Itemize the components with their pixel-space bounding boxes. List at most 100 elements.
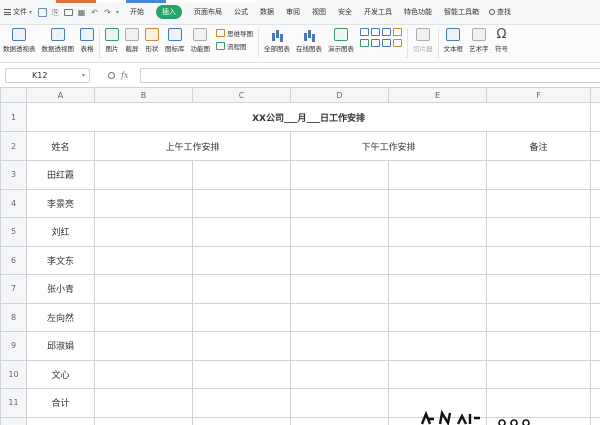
cell[interactable]: [94, 160, 193, 190]
pivot-chart-button[interactable]: 数据透视图: [39, 28, 78, 53]
wordart-button[interactable]: 艺术字: [466, 28, 492, 53]
cell[interactable]: [290, 217, 389, 247]
column-header[interactable]: A: [26, 87, 95, 103]
row-header[interactable]: 6: [0, 245, 27, 275]
tab-smart-toolbox[interactable]: 智能工具箱: [438, 0, 485, 24]
cell[interactable]: [387, 160, 488, 190]
column-header[interactable]: B: [96, 88, 193, 102]
cell[interactable]: [486, 160, 592, 190]
name-cell[interactable]: 文心: [26, 359, 95, 389]
tab-formulas[interactable]: 公式: [228, 0, 254, 24]
cell[interactable]: [590, 388, 600, 418]
cell[interactable]: [94, 274, 193, 304]
column-header[interactable]: D E: [289, 87, 488, 103]
column-header[interactable]: B C: [94, 87, 291, 103]
save-icon[interactable]: [38, 7, 48, 17]
cell[interactable]: [590, 359, 600, 389]
row-header[interactable]: [0, 416, 27, 425]
name-cell[interactable]: 左向然: [26, 302, 95, 332]
name-cell[interactable]: 李景亮: [26, 188, 95, 218]
cell[interactable]: [192, 188, 291, 218]
cell[interactable]: [192, 331, 291, 361]
symbol-button[interactable]: Ω 符号: [492, 28, 512, 53]
cell[interactable]: [590, 160, 600, 190]
tab-insert[interactable]: 插入: [150, 0, 188, 24]
slicer-button[interactable]: 切片器: [410, 28, 436, 53]
column-header[interactable]: E: [389, 89, 485, 102]
cell[interactable]: [590, 416, 600, 425]
screenshot-button[interactable]: 截屏: [122, 28, 142, 53]
column-header[interactable]: F: [486, 87, 592, 103]
name-cell[interactable]: 田红霞: [26, 160, 95, 190]
cell[interactable]: [387, 188, 488, 218]
cell[interactable]: [290, 416, 389, 425]
tab-home[interactable]: 开始: [124, 0, 150, 24]
cell[interactable]: [94, 359, 193, 389]
cell[interactable]: [192, 274, 291, 304]
all-charts-button[interactable]: 全部图表: [261, 28, 293, 53]
cell[interactable]: [590, 302, 600, 332]
column-chart-icon[interactable]: [360, 28, 369, 36]
row-header[interactable]: 5: [0, 217, 27, 247]
cell[interactable]: [290, 245, 389, 275]
cell[interactable]: [590, 245, 600, 275]
cell[interactable]: [387, 274, 488, 304]
zoom-icon[interactable]: [108, 72, 115, 79]
tab-page-layout[interactable]: 页面布局: [188, 0, 228, 24]
cell[interactable]: [94, 217, 193, 247]
print-icon[interactable]: [64, 8, 74, 16]
cell[interactable]: [192, 245, 291, 275]
cell[interactable]: [192, 160, 291, 190]
cell[interactable]: [387, 302, 488, 332]
name-box[interactable]: K12 ▾: [5, 68, 90, 83]
function-chart-button[interactable]: 功能图: [188, 28, 214, 53]
cell[interactable]: [486, 302, 592, 332]
row-header[interactable]: 8: [0, 302, 27, 332]
cell[interactable]: [486, 217, 592, 247]
row-header[interactable]: 1: [0, 102, 27, 132]
cell[interactable]: [590, 188, 600, 218]
header-cell-morning[interactable]: 上午工作安排: [94, 131, 291, 161]
cell[interactable]: [486, 331, 592, 361]
tab-review[interactable]: 审阅: [280, 0, 306, 24]
cell[interactable]: [94, 331, 193, 361]
icon-library-button[interactable]: 图标库: [162, 28, 188, 53]
cell[interactable]: [486, 245, 592, 275]
cell[interactable]: [590, 331, 600, 361]
picture-button[interactable]: 图片: [102, 28, 122, 53]
header-cell-afternoon[interactable]: 下午工作安排: [289, 131, 488, 161]
tab-features[interactable]: 特色功能: [398, 0, 438, 24]
tab-view[interactable]: 视图: [306, 0, 332, 24]
radar-chart-icon[interactable]: [382, 39, 391, 47]
name-cell[interactable]: 张小青: [26, 274, 95, 304]
cell[interactable]: [192, 302, 291, 332]
row-header[interactable]: 2: [0, 131, 27, 161]
row-header[interactable]: 9: [0, 331, 27, 361]
header-cell-name[interactable]: 姓名: [26, 131, 95, 161]
name-cell[interactable]: 李文东: [26, 245, 95, 275]
cell[interactable]: [290, 188, 389, 218]
cell[interactable]: [192, 359, 291, 389]
cell[interactable]: [387, 359, 488, 389]
column-header[interactable]: C: [193, 89, 290, 102]
cell[interactable]: [94, 188, 193, 218]
column-header[interactable]: D: [292, 88, 390, 102]
cell[interactable]: [590, 274, 600, 304]
flow-chart-button[interactable]: 流程图: [216, 41, 253, 51]
cell[interactable]: [387, 217, 488, 247]
shape-button[interactable]: 形状: [142, 28, 162, 53]
file-menu[interactable]: 文件 ▾: [0, 0, 35, 24]
area-chart-icon[interactable]: [393, 28, 402, 36]
cell[interactable]: [192, 416, 291, 425]
cell[interactable]: [590, 131, 600, 161]
cell[interactable]: [290, 359, 389, 389]
name-cell[interactable]: 刘红: [26, 217, 95, 247]
combo-chart-icon[interactable]: [393, 39, 402, 47]
formula-input[interactable]: [140, 68, 600, 83]
chevron-down-icon[interactable]: ▾: [116, 9, 119, 16]
fx-icon[interactable]: fx: [121, 71, 128, 80]
export-pdf-icon[interactable]: ⎘: [51, 8, 60, 17]
cell[interactable]: [192, 388, 291, 418]
preview-icon[interactable]: ▦: [77, 8, 86, 17]
cell[interactable]: [94, 416, 193, 425]
